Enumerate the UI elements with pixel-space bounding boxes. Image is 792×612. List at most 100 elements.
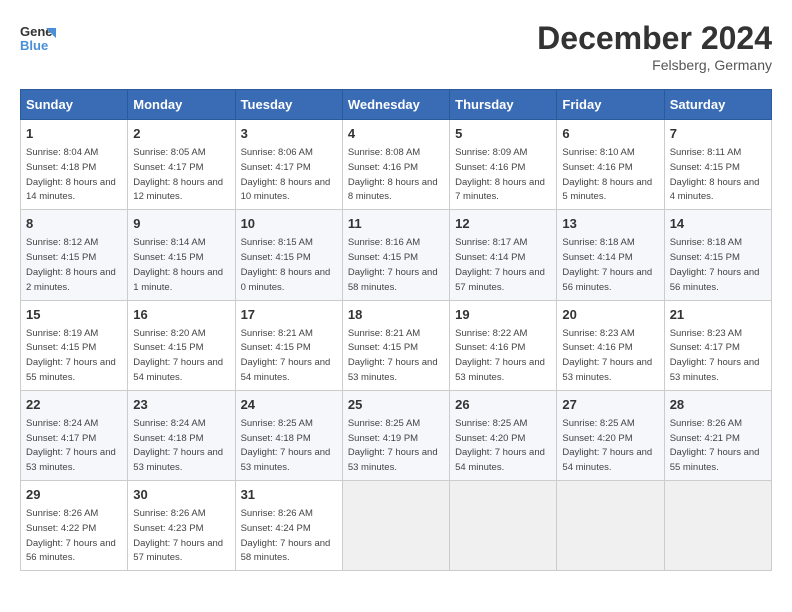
day-info: Sunrise: 8:26 AMSunset: 4:22 PMDaylight:…: [26, 508, 116, 563]
day-info: Sunrise: 8:23 AMSunset: 4:17 PMDaylight:…: [670, 328, 760, 383]
calendar-week-row: 1 Sunrise: 8:04 AMSunset: 4:18 PMDayligh…: [21, 120, 772, 210]
calendar-cell: 1 Sunrise: 8:04 AMSunset: 4:18 PMDayligh…: [21, 120, 128, 210]
day-of-week-header: Tuesday: [235, 90, 342, 120]
day-number: 3: [241, 125, 337, 143]
title-block: December 2024 Felsberg, Germany: [537, 20, 772, 73]
calendar-cell: 4 Sunrise: 8:08 AMSunset: 4:16 PMDayligh…: [342, 120, 449, 210]
day-info: Sunrise: 8:18 AMSunset: 4:14 PMDaylight:…: [562, 237, 652, 292]
calendar-week-row: 8 Sunrise: 8:12 AMSunset: 4:15 PMDayligh…: [21, 210, 772, 300]
day-info: Sunrise: 8:06 AMSunset: 4:17 PMDaylight:…: [241, 147, 331, 202]
day-info: Sunrise: 8:11 AMSunset: 4:15 PMDaylight:…: [670, 147, 760, 202]
day-info: Sunrise: 8:24 AMSunset: 4:18 PMDaylight:…: [133, 418, 223, 473]
day-info: Sunrise: 8:26 AMSunset: 4:24 PMDaylight:…: [241, 508, 331, 563]
day-info: Sunrise: 8:21 AMSunset: 4:15 PMDaylight:…: [348, 328, 438, 383]
day-info: Sunrise: 8:25 AMSunset: 4:20 PMDaylight:…: [562, 418, 652, 473]
day-info: Sunrise: 8:09 AMSunset: 4:16 PMDaylight:…: [455, 147, 545, 202]
calendar-cell: [450, 481, 557, 571]
day-info: Sunrise: 8:26 AMSunset: 4:21 PMDaylight:…: [670, 418, 760, 473]
calendar-cell: 18 Sunrise: 8:21 AMSunset: 4:15 PMDaylig…: [342, 300, 449, 390]
calendar-cell: 30 Sunrise: 8:26 AMSunset: 4:23 PMDaylig…: [128, 481, 235, 571]
calendar-cell: 25 Sunrise: 8:25 AMSunset: 4:19 PMDaylig…: [342, 390, 449, 480]
day-of-week-header: Thursday: [450, 90, 557, 120]
day-info: Sunrise: 8:08 AMSunset: 4:16 PMDaylight:…: [348, 147, 438, 202]
calendar-cell: 13 Sunrise: 8:18 AMSunset: 4:14 PMDaylig…: [557, 210, 664, 300]
page-header: General Blue December 2024 Felsberg, Ger…: [20, 20, 772, 73]
day-info: Sunrise: 8:04 AMSunset: 4:18 PMDaylight:…: [26, 147, 116, 202]
day-of-week-header: Saturday: [664, 90, 771, 120]
day-number: 23: [133, 396, 229, 414]
day-info: Sunrise: 8:15 AMSunset: 4:15 PMDaylight:…: [241, 237, 331, 292]
day-number: 5: [455, 125, 551, 143]
calendar-cell: 26 Sunrise: 8:25 AMSunset: 4:20 PMDaylig…: [450, 390, 557, 480]
day-number: 31: [241, 486, 337, 504]
day-number: 11: [348, 215, 444, 233]
location: Felsberg, Germany: [537, 57, 772, 73]
calendar-cell: 24 Sunrise: 8:25 AMSunset: 4:18 PMDaylig…: [235, 390, 342, 480]
calendar-cell: 12 Sunrise: 8:17 AMSunset: 4:14 PMDaylig…: [450, 210, 557, 300]
day-info: Sunrise: 8:25 AMSunset: 4:19 PMDaylight:…: [348, 418, 438, 473]
day-info: Sunrise: 8:21 AMSunset: 4:15 PMDaylight:…: [241, 328, 331, 383]
calendar-cell: 17 Sunrise: 8:21 AMSunset: 4:15 PMDaylig…: [235, 300, 342, 390]
calendar-cell: 19 Sunrise: 8:22 AMSunset: 4:16 PMDaylig…: [450, 300, 557, 390]
day-number: 7: [670, 125, 766, 143]
day-info: Sunrise: 8:26 AMSunset: 4:23 PMDaylight:…: [133, 508, 223, 563]
day-info: Sunrise: 8:17 AMSunset: 4:14 PMDaylight:…: [455, 237, 545, 292]
day-info: Sunrise: 8:23 AMSunset: 4:16 PMDaylight:…: [562, 328, 652, 383]
day-info: Sunrise: 8:24 AMSunset: 4:17 PMDaylight:…: [26, 418, 116, 473]
svg-text:Blue: Blue: [20, 38, 48, 53]
logo: General Blue: [20, 20, 56, 56]
calendar-cell: 28 Sunrise: 8:26 AMSunset: 4:21 PMDaylig…: [664, 390, 771, 480]
day-info: Sunrise: 8:19 AMSunset: 4:15 PMDaylight:…: [26, 328, 116, 383]
calendar-cell: 8 Sunrise: 8:12 AMSunset: 4:15 PMDayligh…: [21, 210, 128, 300]
day-of-week-header: Wednesday: [342, 90, 449, 120]
calendar-cell: 9 Sunrise: 8:14 AMSunset: 4:15 PMDayligh…: [128, 210, 235, 300]
month-title: December 2024: [537, 20, 772, 57]
calendar-cell: 21 Sunrise: 8:23 AMSunset: 4:17 PMDaylig…: [664, 300, 771, 390]
day-number: 26: [455, 396, 551, 414]
day-info: Sunrise: 8:20 AMSunset: 4:15 PMDaylight:…: [133, 328, 223, 383]
day-number: 17: [241, 306, 337, 324]
logo-icon: General Blue: [20, 20, 56, 56]
day-of-week-header: Friday: [557, 90, 664, 120]
calendar-cell: 3 Sunrise: 8:06 AMSunset: 4:17 PMDayligh…: [235, 120, 342, 210]
day-number: 24: [241, 396, 337, 414]
calendar-cell: 14 Sunrise: 8:18 AMSunset: 4:15 PMDaylig…: [664, 210, 771, 300]
day-of-week-header: Monday: [128, 90, 235, 120]
day-number: 19: [455, 306, 551, 324]
calendar-cell: 27 Sunrise: 8:25 AMSunset: 4:20 PMDaylig…: [557, 390, 664, 480]
day-info: Sunrise: 8:16 AMSunset: 4:15 PMDaylight:…: [348, 237, 438, 292]
day-number: 27: [562, 396, 658, 414]
calendar-cell: 10 Sunrise: 8:15 AMSunset: 4:15 PMDaylig…: [235, 210, 342, 300]
day-number: 21: [670, 306, 766, 324]
calendar-cell: 16 Sunrise: 8:20 AMSunset: 4:15 PMDaylig…: [128, 300, 235, 390]
calendar-week-row: 15 Sunrise: 8:19 AMSunset: 4:15 PMDaylig…: [21, 300, 772, 390]
day-info: Sunrise: 8:22 AMSunset: 4:16 PMDaylight:…: [455, 328, 545, 383]
day-number: 8: [26, 215, 122, 233]
day-number: 25: [348, 396, 444, 414]
calendar-cell: 7 Sunrise: 8:11 AMSunset: 4:15 PMDayligh…: [664, 120, 771, 210]
day-info: Sunrise: 8:25 AMSunset: 4:18 PMDaylight:…: [241, 418, 331, 473]
day-number: 2: [133, 125, 229, 143]
calendar-cell: 20 Sunrise: 8:23 AMSunset: 4:16 PMDaylig…: [557, 300, 664, 390]
calendar-cell: [664, 481, 771, 571]
day-number: 22: [26, 396, 122, 414]
day-number: 30: [133, 486, 229, 504]
day-info: Sunrise: 8:18 AMSunset: 4:15 PMDaylight:…: [670, 237, 760, 292]
day-number: 10: [241, 215, 337, 233]
calendar-table: SundayMondayTuesdayWednesdayThursdayFrid…: [20, 89, 772, 571]
calendar-cell: 29 Sunrise: 8:26 AMSunset: 4:22 PMDaylig…: [21, 481, 128, 571]
calendar-cell: [557, 481, 664, 571]
calendar-cell: 23 Sunrise: 8:24 AMSunset: 4:18 PMDaylig…: [128, 390, 235, 480]
day-number: 15: [26, 306, 122, 324]
day-number: 14: [670, 215, 766, 233]
calendar-cell: 22 Sunrise: 8:24 AMSunset: 4:17 PMDaylig…: [21, 390, 128, 480]
day-of-week-header: Sunday: [21, 90, 128, 120]
calendar-cell: [342, 481, 449, 571]
calendar-cell: 5 Sunrise: 8:09 AMSunset: 4:16 PMDayligh…: [450, 120, 557, 210]
day-number: 12: [455, 215, 551, 233]
calendar-week-row: 29 Sunrise: 8:26 AMSunset: 4:22 PMDaylig…: [21, 481, 772, 571]
day-number: 13: [562, 215, 658, 233]
calendar-cell: 15 Sunrise: 8:19 AMSunset: 4:15 PMDaylig…: [21, 300, 128, 390]
day-number: 29: [26, 486, 122, 504]
day-number: 28: [670, 396, 766, 414]
